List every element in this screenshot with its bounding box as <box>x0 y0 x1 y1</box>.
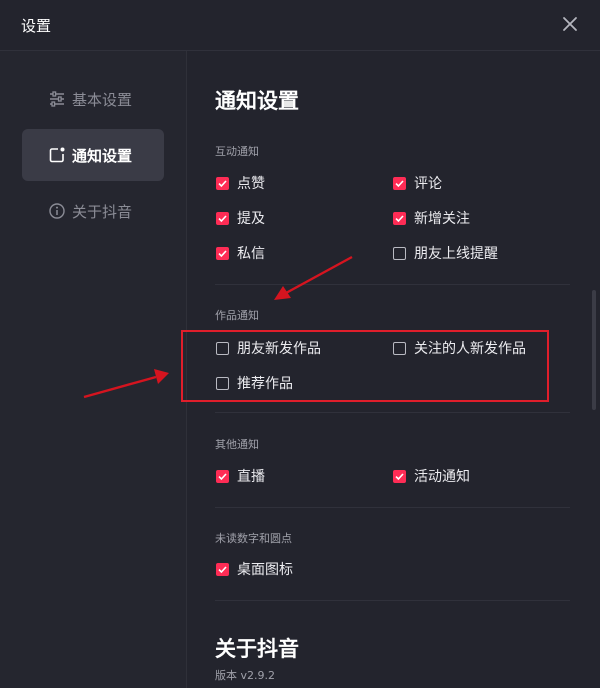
notification-icon <box>48 146 66 164</box>
divider <box>215 284 570 285</box>
divider <box>215 412 570 413</box>
option-label: 评论 <box>414 176 442 192</box>
close-icon[interactable] <box>560 14 580 34</box>
sidebar-item-notification-settings[interactable]: 通知设置 <box>22 129 164 181</box>
divider <box>215 600 570 601</box>
option-label: 桌面图标 <box>237 562 293 578</box>
option-message[interactable]: 私信 <box>216 243 265 263</box>
page-title: 通知设置 <box>215 89 299 113</box>
option-friend-online[interactable]: 朋友上线提醒 <box>393 243 498 263</box>
checkbox-checked-icon[interactable] <box>216 469 229 483</box>
option-label: 新增关注 <box>414 211 470 227</box>
checkbox-unchecked-icon[interactable] <box>393 246 406 260</box>
sidebar-item-label: 通知设置 <box>72 146 133 165</box>
option-label: 点赞 <box>237 176 265 192</box>
section-label-interaction: 互动通知 <box>215 145 259 158</box>
info-icon <box>48 202 66 220</box>
divider <box>215 507 570 508</box>
section-label-unread: 未读数字和圆点 <box>215 532 292 545</box>
checkbox-checked-icon[interactable] <box>393 469 406 483</box>
option-new-follower[interactable]: 新增关注 <box>393 208 470 228</box>
about-title: 关于抖音 <box>215 637 299 661</box>
section-label-other: 其他通知 <box>215 438 259 451</box>
sidebar-item-basic-settings[interactable]: 基本设置 <box>22 73 164 125</box>
settings-window: 设置 基本设置 通知设置 关于抖音 通知设置 互动通知 点赞 评论 提及 新增关… <box>0 0 600 688</box>
checkbox-checked-icon[interactable] <box>393 176 406 190</box>
option-label: 朋友上线提醒 <box>414 246 498 262</box>
section-label-works: 作品通知 <box>215 309 259 322</box>
sliders-icon <box>48 90 66 108</box>
window-title: 设置 <box>21 17 52 35</box>
version-text: 版本 v2.9.2 <box>215 669 275 682</box>
checkbox-checked-icon[interactable] <box>216 176 229 190</box>
sidebar-item-label: 关于抖音 <box>72 202 133 221</box>
option-live[interactable]: 直播 <box>216 466 265 486</box>
option-mention[interactable]: 提及 <box>216 208 265 228</box>
sidebar-item-label: 基本设置 <box>72 90 133 109</box>
option-label: 直播 <box>237 469 265 485</box>
option-desktop-icon[interactable]: 桌面图标 <box>216 559 293 579</box>
option-label: 提及 <box>237 211 265 227</box>
title-bar: 设置 <box>0 0 600 51</box>
checkbox-checked-icon[interactable] <box>393 211 406 225</box>
checkbox-checked-icon[interactable] <box>216 211 229 225</box>
option-like[interactable]: 点赞 <box>216 173 265 193</box>
checkbox-checked-icon[interactable] <box>216 562 229 576</box>
annotation-highlight-box <box>181 330 549 402</box>
checkbox-checked-icon[interactable] <box>216 246 229 260</box>
sidebar-item-about[interactable]: 关于抖音 <box>22 185 164 237</box>
option-activity[interactable]: 活动通知 <box>393 466 470 486</box>
sidebar: 基本设置 通知设置 关于抖音 <box>0 51 187 688</box>
option-label: 私信 <box>237 246 265 262</box>
scrollbar-thumb[interactable] <box>592 290 596 410</box>
option-comment[interactable]: 评论 <box>393 173 442 193</box>
option-label: 活动通知 <box>414 469 470 485</box>
